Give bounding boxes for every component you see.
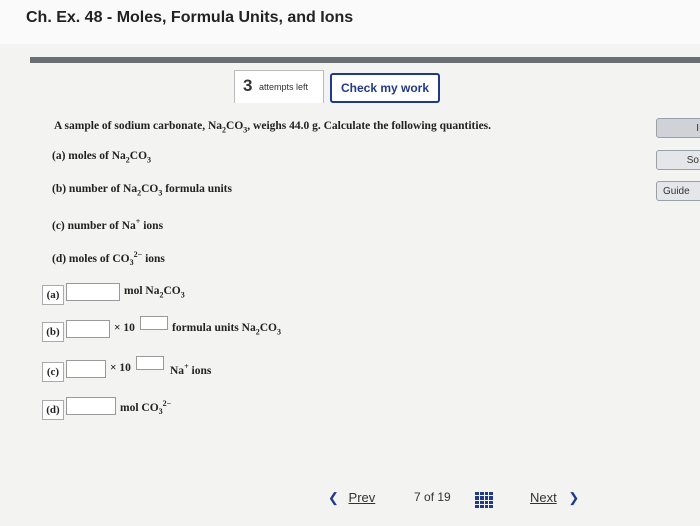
- attempts-indicator: 3 attempts left: [234, 70, 324, 103]
- answer-a-input[interactable]: [66, 283, 120, 301]
- prev-link[interactable]: ❮ Prev: [328, 490, 375, 506]
- problem-statement: A sample of sodium carbonate, Na2CO3, we…: [54, 120, 492, 135]
- answer-a-label: (a): [42, 285, 64, 305]
- answer-d-input[interactable]: [66, 397, 116, 415]
- answer-c-label: (c): [42, 362, 64, 382]
- chevron-right-icon: ❯: [568, 490, 580, 505]
- answer-a-unit: mol Na2CO3: [124, 285, 185, 300]
- next-link[interactable]: Next ❯: [530, 490, 579, 506]
- answer-b-times: × 10: [114, 322, 135, 334]
- grid-icon[interactable]: [475, 492, 493, 508]
- side-button-1[interactable]: I: [656, 118, 700, 138]
- answer-c-exponent-input[interactable]: [136, 356, 164, 370]
- answer-c-input[interactable]: [66, 360, 106, 378]
- check-my-work-button[interactable]: Check my work: [330, 73, 440, 103]
- answer-c-times: × 10: [110, 362, 131, 374]
- answer-d-label: (d): [42, 400, 64, 420]
- answer-b-input[interactable]: [66, 320, 110, 338]
- answer-d-unit: mol CO32−: [120, 399, 172, 417]
- page-title: Ch. Ex. 48 - Moles, Formula Units, and I…: [26, 9, 354, 26]
- page-indicator: 7 of 19: [414, 490, 451, 504]
- answer-c-unit: Na+ ions: [170, 362, 212, 377]
- header: Ch. Ex. 48 - Moles, Formula Units, and I…: [0, 0, 700, 44]
- chevron-left-icon: ❮: [328, 490, 339, 505]
- question-a: (a) moles of Na2CO3: [52, 150, 152, 165]
- question-c: (c) number of Na+ ions: [52, 217, 164, 232]
- top-bar: [30, 57, 700, 63]
- side-button-guided[interactable]: Guide: [656, 181, 700, 201]
- answer-b-exponent-input[interactable]: [140, 316, 168, 330]
- side-button-solution[interactable]: So: [656, 150, 700, 170]
- attempts-label: attempts left: [259, 82, 309, 92]
- question-d: (d) moles of CO32− ions: [52, 250, 165, 268]
- answer-b-unit: formula units Na2CO3: [172, 322, 281, 337]
- attempts-count: 3: [243, 76, 253, 95]
- question-b: (b) number of Na2CO3 formula units: [52, 183, 232, 198]
- answer-b-label: (b): [42, 322, 64, 342]
